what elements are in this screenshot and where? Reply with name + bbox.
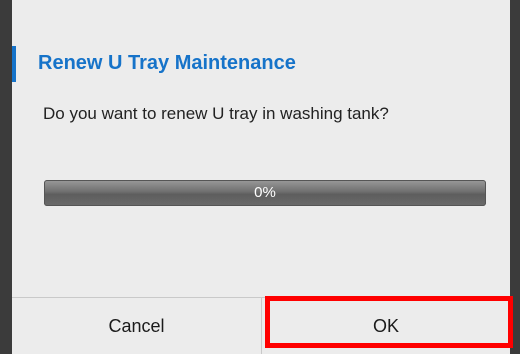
- background-left-edge: [0, 0, 12, 354]
- dialog-message: Do you want to renew U tray in washing t…: [43, 104, 389, 123]
- cancel-button[interactable]: Cancel: [12, 298, 261, 354]
- ok-button[interactable]: OK: [262, 298, 510, 354]
- renew-u-tray-dialog: Renew U Tray Maintenance Do you want to …: [12, 0, 510, 354]
- progress-bar: 0%: [44, 180, 486, 206]
- background-right-edge: [510, 0, 520, 354]
- dialog-title: Renew U Tray Maintenance: [38, 52, 296, 74]
- title-accent-bar: [12, 46, 16, 82]
- progress-label: 0%: [254, 184, 276, 201]
